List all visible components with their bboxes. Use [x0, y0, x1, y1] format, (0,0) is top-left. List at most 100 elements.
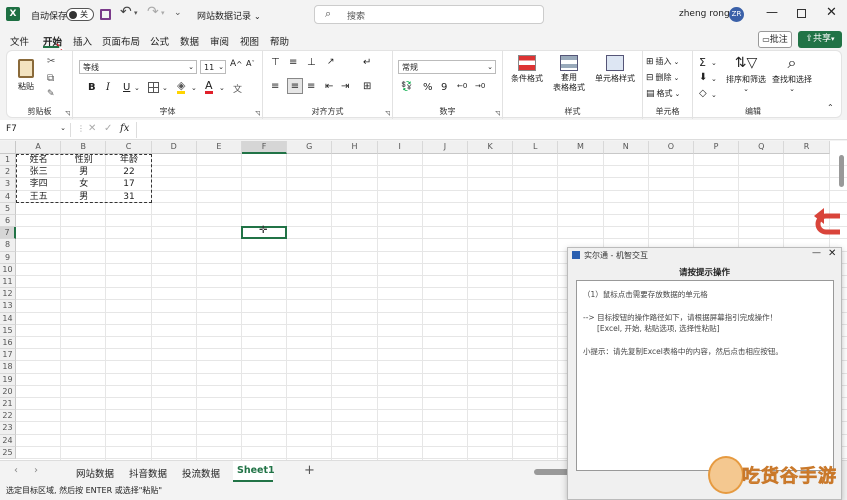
collapse-ribbon-icon[interactable]: ⌃	[827, 103, 834, 112]
select-all-corner[interactable]	[0, 141, 16, 154]
redo-icon[interactable]: ↷	[147, 4, 159, 20]
autosum-dropdown-icon[interactable]: ⌄	[711, 59, 717, 67]
row-header-16[interactable]: 16	[0, 337, 16, 350]
scroll-tabs-left-icon[interactable]: ‹	[14, 465, 18, 476]
increase-indent-icon[interactable]: ⇥	[341, 81, 349, 92]
tab-file[interactable]: 文件	[10, 34, 29, 48]
comma-icon[interactable]: 9	[441, 82, 447, 93]
dialog-launcher-icon[interactable]: ◹	[495, 110, 500, 117]
column-header-d[interactable]: D	[151, 141, 197, 154]
font-size-select[interactable]: 11 ⌄	[200, 60, 226, 74]
fill-color-icon[interactable]: ◈	[177, 80, 186, 94]
sheet-tab-website[interactable]: 网站数据	[76, 466, 114, 480]
tab-review[interactable]: 审阅	[210, 34, 229, 48]
find-select-button[interactable]: ⌕ 查找和选择 ⌄	[771, 54, 813, 98]
row-header-25[interactable]: 25	[0, 446, 16, 459]
column-header-r[interactable]: R	[784, 141, 830, 154]
increase-decimal-icon[interactable]: ←0	[457, 82, 467, 90]
paste-button[interactable]: 粘贴	[13, 55, 39, 95]
format-painter-icon[interactable]: ✎	[47, 89, 55, 99]
underline-button[interactable]: U	[123, 82, 130, 93]
insert-function-icon[interactable]: fx	[120, 123, 129, 134]
row-header-1[interactable]: 1	[0, 154, 16, 167]
column-header-h[interactable]: H	[332, 141, 378, 154]
align-left-icon[interactable]: ≡	[271, 81, 279, 92]
column-header-i[interactable]: I	[377, 141, 423, 154]
row-header-4[interactable]: 4	[0, 190, 16, 203]
column-header-g[interactable]: G	[287, 141, 333, 154]
clear-icon[interactable]: ◇	[699, 88, 707, 99]
row-header-15[interactable]: 15	[0, 324, 16, 337]
decrease-decimal-icon[interactable]: →0	[475, 82, 485, 90]
sheet-tab-douyin[interactable]: 抖音数据	[129, 466, 167, 480]
customize-toolbar-icon[interactable]: ⌄	[174, 8, 182, 18]
tab-data[interactable]: 数据	[180, 34, 199, 48]
copy-icon[interactable]: ⧉	[47, 73, 54, 84]
decrease-font-icon[interactable]: Aˇ	[246, 59, 255, 68]
column-header-o[interactable]: O	[648, 141, 694, 154]
restore-button[interactable]	[797, 9, 806, 18]
formula-input[interactable]	[136, 122, 841, 138]
cut-icon[interactable]: ✂	[47, 56, 55, 67]
row-header-8[interactable]: 8	[0, 239, 16, 252]
column-header-q[interactable]: Q	[739, 141, 785, 154]
cell-styles-button[interactable]: 单元格样式	[591, 55, 639, 95]
dialog-launcher-icon[interactable]: ◹	[65, 110, 70, 117]
tab-page-layout[interactable]: 页面布局	[102, 34, 140, 48]
row-header-3[interactable]: 3	[0, 178, 16, 191]
autosave-toggle[interactable]: 关	[66, 8, 94, 21]
percent-icon[interactable]: %	[423, 82, 433, 93]
row-header-18[interactable]: 18	[0, 361, 16, 374]
fill-down-icon[interactable]: ⬇	[699, 72, 707, 83]
insert-cells-button[interactable]: ⊞ 插入 ⌄	[646, 56, 679, 67]
format-as-table-button[interactable]: 套用 表格格式	[549, 55, 589, 101]
column-header-p[interactable]: P	[694, 141, 740, 154]
align-center-icon[interactable]: ≡	[287, 78, 303, 94]
format-cells-button[interactable]: ▤ 格式 ⌄	[646, 88, 680, 99]
tab-formulas[interactable]: 公式	[150, 34, 169, 48]
scroll-tabs-right-icon[interactable]: ›	[34, 465, 38, 476]
comment-button[interactable]: ▭批注	[758, 31, 792, 48]
confirm-entry-icon[interactable]: ✓	[104, 123, 112, 134]
file-name[interactable]: 网站数据记录 ⌄	[197, 9, 261, 22]
row-header-9[interactable]: 9	[0, 251, 16, 264]
row-header-2[interactable]: 2	[0, 166, 16, 179]
clear-dropdown-icon[interactable]: ⌄	[711, 91, 717, 99]
row-header-6[interactable]: 6	[0, 215, 16, 228]
row-header-13[interactable]: 13	[0, 300, 16, 313]
cancel-entry-icon[interactable]: ✕	[88, 123, 96, 134]
align-middle-icon[interactable]: ≡	[289, 57, 297, 68]
sort-filter-button[interactable]: ⇅▽ 排序和筛选 ⌄	[723, 54, 769, 98]
merge-center-icon[interactable]: ⊞	[363, 81, 371, 92]
row-header-7[interactable]: 7	[0, 227, 16, 240]
font-color-dropdown-icon[interactable]: ⌄	[219, 84, 225, 92]
column-header-l[interactable]: L	[513, 141, 559, 154]
italic-button[interactable]: I	[106, 82, 110, 93]
font-color-icon[interactable]: A	[205, 80, 213, 94]
conditional-format-button[interactable]: 条件格式	[507, 55, 547, 95]
tab-help[interactable]: 帮助	[270, 34, 289, 48]
avatar[interactable]: ZR	[729, 7, 744, 22]
name-box[interactable]: F7 ⌄	[3, 123, 71, 137]
search-box[interactable]: ⌕ 搜索	[314, 5, 544, 24]
wrap-text-icon[interactable]: ↵	[363, 57, 371, 68]
dialog-close-button[interactable]: ✕	[828, 248, 836, 259]
borders-icon[interactable]	[148, 82, 159, 93]
sheet-tab-active[interactable]: Sheet1	[233, 461, 275, 482]
undo-icon[interactable]: ↶	[120, 4, 132, 20]
column-header-b[interactable]: B	[61, 141, 107, 154]
column-header-k[interactable]: K	[468, 141, 514, 154]
align-top-icon[interactable]: ⊤	[271, 57, 280, 68]
minimize-button[interactable]: —	[766, 5, 778, 19]
column-header-n[interactable]: N	[603, 141, 649, 154]
number-format-select[interactable]: 常规 ⌄	[398, 60, 496, 74]
dialog-minimize-button[interactable]: —	[812, 248, 821, 258]
row-header-10[interactable]: 10	[0, 263, 16, 276]
fill-dropdown-icon[interactable]: ⌄	[711, 75, 717, 83]
row-header-11[interactable]: 11	[0, 276, 16, 289]
row-header-23[interactable]: 23	[0, 422, 16, 435]
selected-cell-f7[interactable]: ✛	[241, 225, 288, 240]
row-header-20[interactable]: 20	[0, 385, 16, 398]
autosum-icon[interactable]: Σ	[699, 56, 706, 69]
row-header-21[interactable]: 21	[0, 398, 16, 411]
